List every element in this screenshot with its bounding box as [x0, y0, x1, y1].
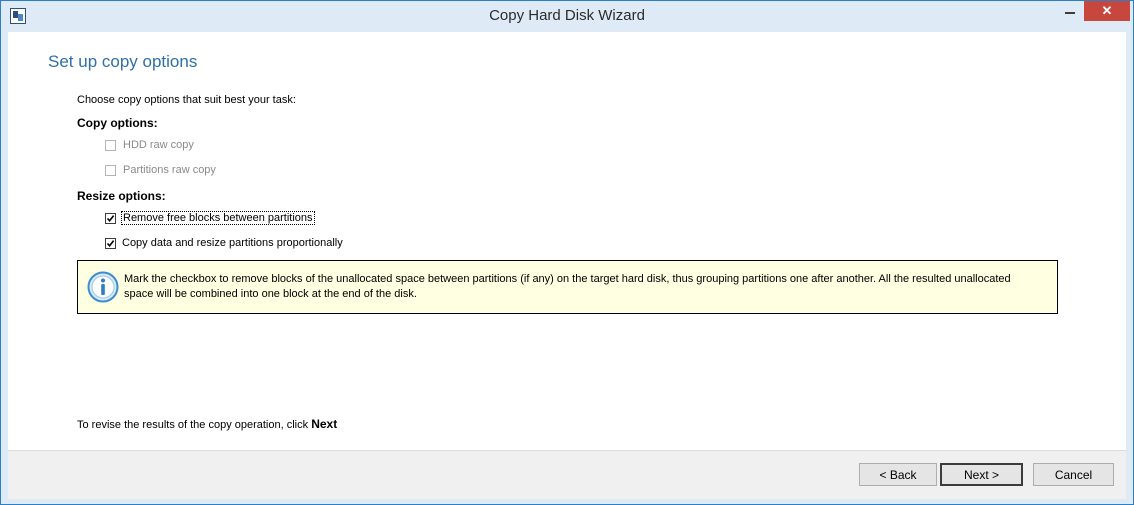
copy-options-label: Copy options: — [77, 116, 158, 130]
button-bar: < Back Next > Cancel — [8, 450, 1126, 499]
close-icon: ✕ — [1101, 3, 1113, 18]
hdd-raw-copy-checkbox[interactable] — [105, 140, 116, 151]
back-button[interactable]: < Back — [859, 463, 937, 486]
remove-free-blocks-checkbox[interactable] — [105, 213, 116, 224]
next-button[interactable]: Next > — [940, 463, 1023, 486]
resize-options-label: Resize options: — [77, 189, 166, 203]
info-panel: Mark the checkbox to remove blocks of th… — [77, 260, 1058, 314]
title-bar[interactable]: Copy Hard Disk Wizard ✕ — [1, 1, 1133, 32]
cancel-button[interactable]: Cancel — [1033, 463, 1114, 486]
resize-proportionally-checkbox[interactable] — [105, 238, 116, 249]
wizard-page: Set up copy options Choose copy options … — [8, 32, 1126, 450]
partitions-raw-copy-label: Partitions raw copy — [123, 164, 216, 176]
intro-text: Choose copy options that suit best your … — [77, 94, 296, 106]
next-hint: To revise the results of the copy operat… — [77, 417, 337, 431]
info-icon — [87, 271, 119, 303]
close-button[interactable]: ✕ — [1084, 1, 1130, 21]
minimize-button[interactable] — [1057, 1, 1083, 21]
hint-action: Next — [311, 417, 338, 431]
wizard-window: Copy Hard Disk Wizard ✕ Set up copy opti… — [0, 0, 1134, 505]
resize-proportionally-label: Copy data and resize partitions proporti… — [122, 237, 343, 249]
remove-free-blocks-label: Remove free blocks between partitions — [121, 211, 315, 225]
hdd-raw-copy-label: HDD raw copy — [123, 139, 194, 151]
checkmark-icon — [106, 215, 115, 223]
info-text: Mark the checkbox to remove blocks of th… — [124, 273, 1011, 300]
page-title: Set up copy options — [48, 52, 198, 71]
checkmark-icon — [106, 240, 115, 248]
hint-text: To revise the results of the copy operat… — [77, 419, 309, 431]
partitions-raw-copy-checkbox[interactable] — [105, 165, 116, 176]
window-title: Copy Hard Disk Wizard — [489, 7, 645, 24]
